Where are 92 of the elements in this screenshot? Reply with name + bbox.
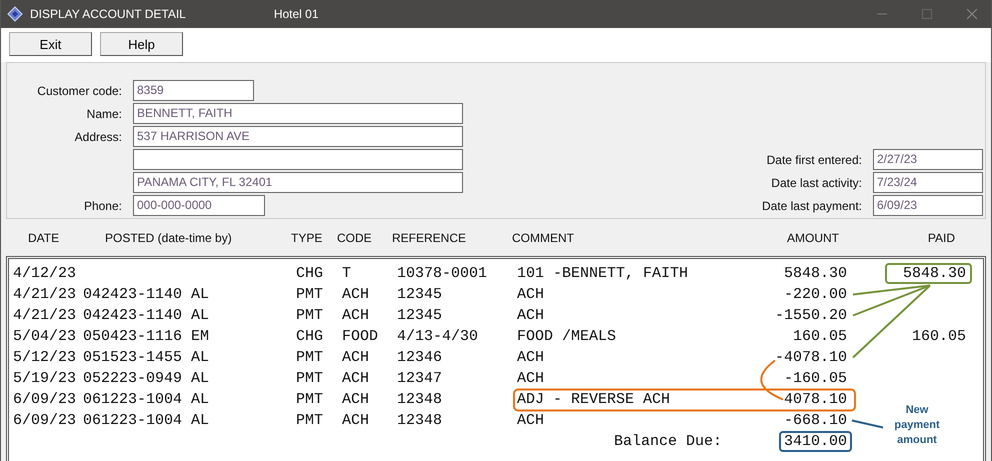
- table-cell: 12348: [397, 412, 442, 429]
- table-cell: -160.05: [784, 370, 847, 387]
- column-header: TYPE: [291, 230, 324, 244]
- annotation-note: New payment amount: [893, 402, 941, 448]
- window-title: DISPLAY ACCOUNT DETAIL: [30, 7, 186, 21]
- table-cell: 4/13-4/30: [397, 328, 478, 345]
- table-cell: CHG: [296, 265, 324, 282]
- table-cell: -1550.20: [774, 307, 847, 324]
- table-cell: 160.05: [792, 328, 847, 345]
- field-label: Customer code:: [36, 84, 122, 98]
- toolbar-button[interactable]: Help: [100, 32, 183, 56]
- table-cell: 12346: [397, 349, 442, 366]
- table-cell: 5848.30: [884, 263, 972, 284]
- table-cell: ACH: [342, 412, 370, 429]
- field-label: Phone:: [82, 198, 122, 212]
- column-header: PAID: [926, 230, 955, 244]
- table-cell: PMT: [296, 307, 324, 324]
- field-label: Date last activity:: [770, 176, 862, 190]
- table-cell: 5/12/23: [13, 349, 76, 366]
- table-cell: -668.10: [784, 412, 847, 429]
- table-cell: 10378-0001: [397, 265, 488, 282]
- table-cell: 6/09/23: [13, 412, 76, 429]
- table-cell: 12347: [397, 370, 442, 387]
- table-cell: ACH: [342, 370, 370, 387]
- table-cell: PMT: [296, 349, 324, 366]
- table-cell: 051523-1455 AL: [83, 349, 210, 366]
- text-field[interactable]: 8359: [133, 80, 254, 101]
- table-cell: 12348: [397, 391, 442, 408]
- text-field[interactable]: PANAMA CITY, FL 32401: [133, 172, 463, 193]
- table-cell: 042423-1140 AL: [83, 286, 210, 303]
- close-icon[interactable]: [967, 9, 977, 19]
- table-cell: ACH: [517, 286, 544, 303]
- table-cell: PMT: [296, 391, 324, 408]
- date-field[interactable]: 2/27/23: [873, 149, 983, 170]
- date-field[interactable]: 7/23/24: [873, 172, 983, 193]
- table-cell: 160.05: [912, 328, 966, 345]
- balance-label: Balance Due:: [614, 433, 722, 450]
- app-icon: [7, 6, 23, 22]
- table-cell: 4078.10: [784, 391, 847, 408]
- field-label: Address:: [74, 130, 122, 144]
- maximize-icon[interactable]: [922, 9, 932, 19]
- table-cell: 12345: [397, 307, 442, 324]
- table-cell: PMT: [296, 412, 324, 429]
- table-cell: 5848.30: [784, 265, 847, 282]
- table-cell: ACH: [517, 349, 544, 366]
- column-header: REFERENCE: [392, 230, 468, 244]
- table-cell: ADJ - REVERSE ACH: [517, 391, 670, 408]
- table-cell: 050423-1116 EM: [83, 328, 210, 345]
- column-header: CODE: [337, 230, 373, 244]
- window-subtitle: Hotel 01: [274, 7, 319, 21]
- date-field[interactable]: 6/09/23: [873, 195, 983, 216]
- column-header: POSTED (date-time by): [105, 230, 233, 244]
- table-cell: ACH: [342, 307, 370, 324]
- text-field[interactable]: 537 HARRISON AVE: [133, 126, 463, 147]
- table-cell: 6/09/23: [13, 391, 76, 408]
- table-cell: PMT: [296, 370, 324, 387]
- table-cell: ACH: [517, 307, 544, 324]
- table-cell: T: [342, 265, 352, 282]
- text-field[interactable]: [133, 149, 463, 170]
- balance-value: 3410.00: [778, 431, 852, 452]
- column-header: AMOUNT: [786, 230, 839, 244]
- table-cell: 101 -BENNETT, FAITH: [517, 265, 688, 282]
- table-cell: FOOD: [342, 328, 378, 345]
- table-cell: PMT: [296, 286, 324, 303]
- table-cell: -4078.10: [774, 349, 847, 366]
- table-cell: 5/19/23: [13, 370, 76, 387]
- table-cell: 052223-0949 AL: [83, 370, 210, 387]
- curved-connector: [760, 360, 784, 400]
- column-header: DATE: [27, 230, 60, 244]
- table-cell: 4/21/23: [13, 286, 76, 303]
- table-cell: FOOD /MEALS: [517, 328, 616, 345]
- table-cell: 061223-1004 AL: [83, 391, 210, 408]
- toolbar-button[interactable]: Exit: [9, 32, 92, 56]
- table-cell: 4/21/23: [13, 307, 76, 324]
- text-field[interactable]: BENNETT, FAITH: [133, 103, 463, 124]
- field-label: Date last payment:: [760, 198, 862, 212]
- field-label: Date first entered:: [766, 152, 862, 166]
- table-cell: 5/04/23: [13, 328, 76, 345]
- table-cell: 042423-1140 AL: [83, 307, 210, 324]
- table-cell: ACH: [517, 370, 544, 387]
- field-label: Name:: [86, 106, 122, 120]
- table-cell: CHG: [296, 328, 324, 345]
- table-cell: 061223-1004 AL: [83, 412, 210, 429]
- column-header: COMMENT: [512, 230, 575, 244]
- text-field[interactable]: 000-000-0000: [133, 195, 265, 216]
- table-cell: 4/12/23: [13, 265, 76, 282]
- table-cell: 12345: [397, 286, 442, 303]
- table-cell: ACH: [342, 286, 370, 303]
- table-cell: ACH: [517, 412, 544, 429]
- table-cell: -220.00: [784, 286, 847, 303]
- table-cell: ACH: [342, 349, 370, 366]
- table-cell: ACH: [342, 391, 370, 408]
